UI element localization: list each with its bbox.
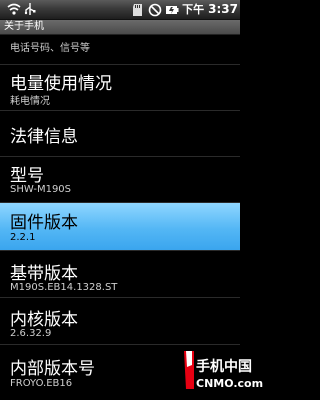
battery-icon <box>166 5 179 14</box>
list-item-baseband[interactable]: 基带版本 M190S.EB14.1328.ST <box>0 251 240 297</box>
list-item-title: 法律信息 <box>10 127 78 147</box>
list-item-subtitle: 耗电情况 <box>10 96 50 107</box>
list-item-battery-use[interactable]: 电量使用情况 耗电情况 <box>0 65 240 110</box>
status-time: 3:37 <box>208 2 238 16</box>
list-item-firmware[interactable]: 固件版本 2.2.1 <box>0 203 240 250</box>
list-item-title: 内部版本号 <box>10 359 95 379</box>
watermark-brand: 手机中国 <box>196 359 252 375</box>
list-item-subtitle: M190S.EB14.1328.ST <box>10 282 118 293</box>
list-item-kernel[interactable]: 内核版本 2.6.32.9 <box>0 298 240 344</box>
list-item-status[interactable]: 电话号码、信号等 <box>0 35 240 65</box>
list-item-subtitle: FROYO.EB16 <box>10 378 73 389</box>
list-item-title: 固件版本 <box>10 213 78 233</box>
watermark-domain: CNMO.com <box>196 377 264 390</box>
list-item-title: 内核版本 <box>10 310 78 330</box>
page-title: 关于手机 <box>4 21 44 32</box>
list-item-legal[interactable]: 法律信息 <box>0 111 240 156</box>
status-bar: 下午 3:37 <box>0 0 240 20</box>
status-period: 下午 <box>182 3 205 16</box>
list-item-title: 电量使用情况 <box>10 74 112 94</box>
list-item-subtitle: SHW-M190S <box>10 184 72 195</box>
no-signal-icon <box>148 3 162 16</box>
usb-icon <box>24 3 36 15</box>
list-item-model[interactable]: 型号 SHW-M190S <box>0 157 240 202</box>
list-item-title: 基带版本 <box>10 264 78 284</box>
list-item-subtitle: 2.6.32.9 <box>10 328 52 339</box>
list-item-subtitle: 2.2.1 <box>10 232 36 243</box>
list-item-title: 型号 <box>10 166 44 186</box>
sd-card-icon <box>133 3 143 16</box>
title-bar: 关于手机 <box>0 20 240 35</box>
list-item-subtitle: 电话号码、信号等 <box>10 43 90 54</box>
